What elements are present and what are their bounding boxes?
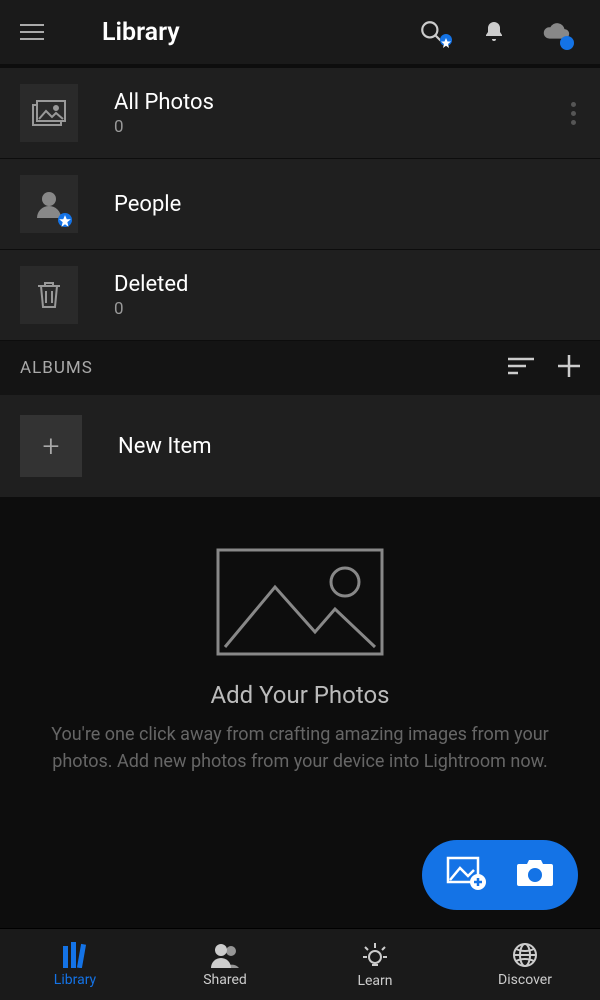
empty-state: Add Your Photos You're one click away fr…	[0, 497, 600, 795]
bottom-nav: Library Shared Learn Discover	[0, 928, 600, 1000]
app-header: Library	[0, 0, 600, 64]
search-icon[interactable]	[416, 16, 448, 48]
all-photos-count: 0	[114, 117, 214, 137]
albums-section-header: ALBUMS	[0, 341, 600, 395]
globe-icon	[512, 942, 538, 968]
camera-icon[interactable]	[516, 858, 554, 892]
nav-library-label: Library	[54, 972, 96, 988]
deleted-text: Deleted 0	[114, 272, 188, 319]
empty-photo-icon	[215, 547, 385, 661]
hamburger-menu-icon[interactable]	[12, 12, 52, 52]
bell-icon[interactable]	[478, 16, 510, 48]
nav-discover[interactable]: Discover	[450, 929, 600, 1000]
add-album-icon[interactable]	[558, 355, 580, 381]
deleted-item[interactable]: Deleted 0	[0, 250, 600, 341]
nav-learn-label: Learn	[357, 973, 392, 989]
new-item-label: New Item	[118, 434, 212, 459]
search-badge-dot	[440, 34, 452, 46]
people-badge-dot	[58, 213, 72, 227]
deleted-title: Deleted	[114, 272, 188, 297]
nav-shared-label: Shared	[203, 972, 247, 988]
header-actions	[416, 16, 588, 48]
albums-actions	[508, 355, 580, 381]
trash-icon	[20, 266, 78, 324]
nav-learn[interactable]: Learn	[300, 929, 450, 1000]
shared-icon	[210, 942, 240, 968]
page-title: Library	[102, 18, 416, 47]
cloud-icon[interactable]	[540, 16, 572, 48]
nav-library[interactable]: Library	[0, 929, 150, 1000]
add-from-gallery-icon[interactable]	[446, 856, 486, 894]
people-title: People	[114, 192, 181, 217]
all-photos-title: All Photos	[114, 90, 214, 115]
people-item[interactable]: People	[0, 159, 600, 250]
deleted-count: 0	[114, 299, 188, 319]
cloud-sync-dot	[560, 36, 574, 50]
add-photos-fab[interactable]	[422, 840, 578, 910]
albums-label: ALBUMS	[20, 358, 508, 378]
plus-icon: +	[20, 415, 82, 477]
empty-title: Add Your Photos	[30, 681, 570, 709]
new-item-button[interactable]: + New Item	[0, 395, 600, 497]
all-photos-item[interactable]: All Photos 0	[0, 68, 600, 159]
all-photos-text: All Photos 0	[114, 90, 214, 137]
nav-shared[interactable]: Shared	[150, 929, 300, 1000]
photo-stack-icon	[20, 84, 78, 142]
library-list: All Photos 0 People	[0, 68, 600, 341]
nav-discover-label: Discover	[498, 972, 552, 988]
empty-description: You're one click away from crafting amaz…	[30, 721, 570, 775]
more-options-icon[interactable]	[571, 102, 576, 125]
library-icon	[61, 942, 89, 968]
people-text: People	[114, 192, 181, 217]
person-icon	[20, 175, 78, 233]
lightbulb-icon	[361, 941, 389, 969]
sort-icon[interactable]	[508, 357, 534, 379]
